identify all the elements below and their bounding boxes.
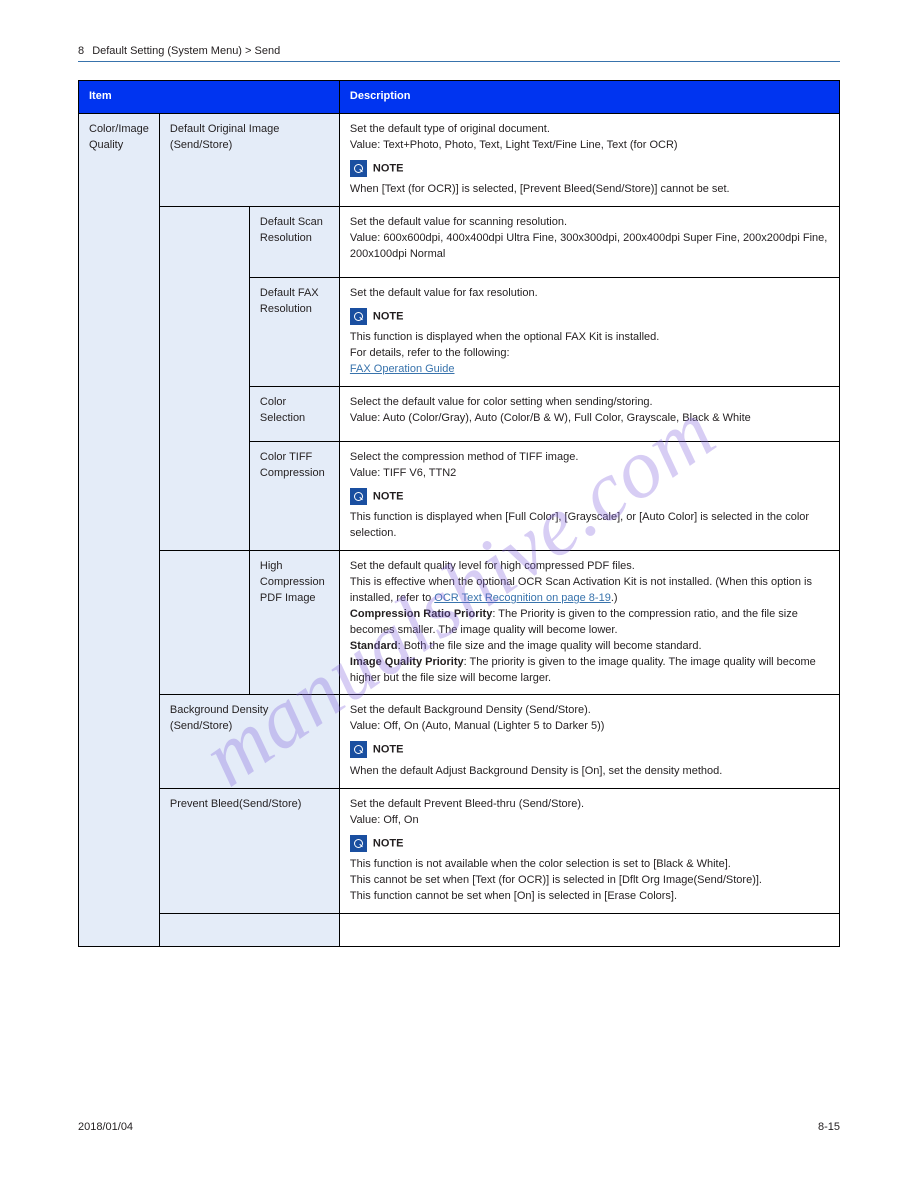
- value-line-2: Standard: Both the file size and the ima…: [350, 639, 829, 655]
- item-default-scan-resolution: Default Scan Resolution: [249, 207, 339, 278]
- note-label: NOTE: [373, 744, 404, 756]
- val1-lbl: Compression Ratio Priority: [350, 608, 492, 620]
- desc-body: Set the default value for fax resolution…: [350, 286, 829, 302]
- val2-lbl: Standard: [350, 640, 398, 652]
- cell-desc: Set the default quality level for high c…: [339, 550, 839, 695]
- cell-desc: Set the default Prevent Bleed-thru (Send…: [339, 788, 839, 913]
- note-body: When the default Adjust Background Densi…: [350, 764, 829, 780]
- item-default-original-image: Default Original Image (Send/Store): [159, 113, 339, 206]
- empty-row: [159, 913, 339, 946]
- item-default-fax-resolution: Default FAX Resolution: [249, 277, 339, 386]
- value-line-1: Compression Ratio Priority: The Priority…: [350, 607, 829, 639]
- desc-value: Value: TIFF V6, TTN2: [350, 466, 829, 482]
- val2-txt: : Both the file size and the image quali…: [398, 640, 702, 652]
- desc-body: Set the default Prevent Bleed-thru (Send…: [350, 797, 829, 813]
- desc-value: Value: Auto (Color/Gray), Auto (Color/B …: [350, 411, 829, 427]
- item-high-compression-pdf: High Compression PDF Image: [249, 550, 339, 695]
- chapter-title: Default Setting (System Menu): [92, 45, 242, 57]
- note-body-c: This function cannot be set when [On] is…: [350, 889, 829, 905]
- note-body: This function is displayed when [Full Co…: [350, 510, 829, 542]
- note-label: NOTE: [373, 162, 404, 174]
- footer-page: 8-15: [818, 1121, 840, 1133]
- empty-desc: [339, 913, 839, 946]
- note-body-b: For details, refer to the following:: [350, 346, 829, 362]
- cell-desc: Select the compression method of TIFF im…: [339, 441, 839, 550]
- desc-value: Value: 600x600dpi, 400x400dpi Ultra Fine…: [350, 231, 829, 263]
- page-footer: 2018/01/04 8-15: [78, 1121, 840, 1133]
- desc-value: Value: Off, On: [350, 813, 829, 829]
- table-row: [79, 913, 840, 946]
- table-row: High Compression PDF Image Set the defau…: [79, 550, 840, 695]
- desc-body-a: Set the default quality level for high c…: [350, 559, 829, 575]
- note-body-a: This function is displayed when the opti…: [350, 330, 829, 346]
- note-icon: [350, 308, 367, 325]
- text-post: .): [611, 592, 618, 604]
- footer-date: 2018/01/04: [78, 1121, 133, 1133]
- desc-body: Select the compression method of TIFF im…: [350, 450, 829, 466]
- link-ocr[interactable]: OCR Text Recognition on page 8-19: [434, 592, 611, 604]
- group-color-image-quality: Color/Image Quality: [79, 113, 160, 946]
- divider: [78, 61, 840, 62]
- settings-table: Item Description Color/Image Quality Def…: [78, 80, 840, 947]
- table-row: Color/Image Quality Default Original Ima…: [79, 113, 840, 206]
- note-body-b: This cannot be set when [Text (for OCR)]…: [350, 873, 829, 889]
- table-header: Item Description: [79, 81, 840, 114]
- table-row: Default Scan Resolution Set the default …: [79, 207, 840, 278]
- desc-body: Set the default value for scanning resol…: [350, 215, 829, 231]
- item-background-density: Background Density (Send/Store): [159, 695, 339, 788]
- link-fax-guide[interactable]: FAX Operation Guide: [350, 363, 455, 375]
- note-icon: [350, 488, 367, 505]
- note-body-a: This function is not available when the …: [350, 857, 829, 873]
- note-icon: [350, 835, 367, 852]
- breadcrumb: 8 Default Setting (System Menu) > Send: [78, 45, 840, 57]
- item-color-selection: Color Selection: [249, 387, 339, 442]
- note-label: NOTE: [373, 310, 404, 322]
- cell-desc: Set the default value for fax resolution…: [339, 277, 839, 386]
- note-label: NOTE: [373, 490, 404, 502]
- item-color-tiff-compression: Color TIFF Compression: [249, 441, 339, 550]
- header-desc: Description: [339, 81, 839, 114]
- note-icon: [350, 741, 367, 758]
- header-item: Item: [79, 81, 340, 114]
- chapter-no: 8: [78, 45, 84, 57]
- value-line-3: Image Quality Priority: The priority is …: [350, 655, 829, 687]
- val3-lbl: Image Quality Priority: [350, 656, 464, 668]
- desc-body: Set the default Background Density (Send…: [350, 703, 829, 719]
- desc-body: Select the default value for color setti…: [350, 395, 829, 411]
- note-body: When [Text (for OCR)] is selected, [Prev…: [350, 182, 829, 198]
- section-title: Send: [255, 45, 281, 57]
- note-icon: [350, 160, 367, 177]
- cell-desc: Set the default Background Density (Send…: [339, 695, 839, 788]
- desc-body: Set the default type of original documen…: [350, 122, 829, 138]
- cell-desc: Select the default value for color setti…: [339, 387, 839, 442]
- subgroup-spacer: [159, 207, 249, 551]
- cell-desc: Set the default value for scanning resol…: [339, 207, 839, 278]
- table-row: Background Density (Send/Store) Set the …: [79, 695, 840, 788]
- sep: >: [245, 45, 251, 57]
- desc-body-b: This is effective when the optional OCR …: [350, 575, 829, 607]
- table-row: Prevent Bleed(Send/Store) Set the defaul…: [79, 788, 840, 913]
- desc-value: Value: Off, On (Auto, Manual (Lighter 5 …: [350, 719, 829, 735]
- item-prevent-bleed: Prevent Bleed(Send/Store): [159, 788, 339, 913]
- cell-desc: Set the default type of original documen…: [339, 113, 839, 206]
- subgroup-spacer-2: [159, 550, 249, 695]
- desc-value: Value: Text+Photo, Photo, Text, Light Te…: [350, 138, 829, 154]
- note-label: NOTE: [373, 837, 404, 849]
